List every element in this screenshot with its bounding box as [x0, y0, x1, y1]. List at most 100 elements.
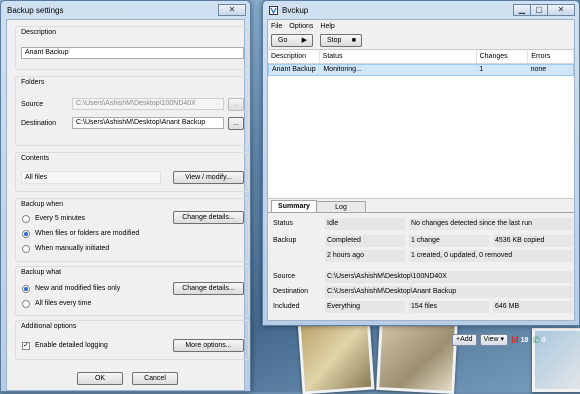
- option-new-modified: New and modified files only: [35, 285, 121, 292]
- dialog-titlebar[interactable]: Backup settings ✕: [1, 1, 250, 19]
- bvckup-main-window: Bvckup ▁ ▢ ✕ File Options Help Go ▶ Stop…: [262, 0, 580, 326]
- stop-label: Stop: [327, 37, 342, 44]
- close-icon[interactable]: ✕: [547, 4, 575, 16]
- dialog-body: Description Anant Backup Folders Source …: [6, 19, 249, 391]
- status-note: No changes detected since the last run: [409, 218, 573, 230]
- radio-when-modified[interactable]: [22, 230, 30, 238]
- source-browse-button[interactable]: ...: [228, 98, 244, 111]
- destination-label: Destination: [21, 120, 57, 127]
- main-body: File Options Help Go ▶ Stop ■ Descriptio…: [267, 19, 575, 321]
- backup-settings-dialog: Backup settings ✕ Description Anant Back…: [0, 0, 251, 392]
- phone-icon[interactable]: ✆: [532, 335, 540, 346]
- backup-completed: Completed: [325, 235, 405, 247]
- column-changes[interactable]: Changes: [477, 50, 529, 63]
- included-label: Included: [273, 303, 300, 310]
- row-errors: none: [530, 66, 547, 73]
- row-status: Monitoring...: [323, 66, 362, 73]
- backup-changes: 1 change: [409, 235, 489, 247]
- backup-what-group: Backup what New and modified files only …: [15, 266, 249, 316]
- contents-value: All files: [21, 171, 161, 184]
- status-value: Idle: [325, 218, 405, 230]
- play-icon: ▶: [301, 37, 307, 44]
- gmail-icon[interactable]: M: [511, 335, 519, 345]
- menu-options[interactable]: Options: [289, 23, 313, 30]
- contents-group: Contents All files View / modify...: [15, 152, 249, 192]
- summary-backup-time-row: 2 hours ago 1 created, 0 updated, 0 remo…: [271, 250, 573, 262]
- status-label: Status: [273, 220, 293, 227]
- menu-help[interactable]: Help: [320, 23, 334, 30]
- additional-options-group-title: Additional options: [21, 323, 77, 330]
- detailed-logging-label: Enable detailed logging: [35, 342, 108, 349]
- toolbar: Go ▶ Stop ■: [268, 32, 574, 50]
- detailed-logging-checkbox[interactable]: ✓: [22, 342, 30, 350]
- destination-label: Destination: [273, 288, 309, 295]
- main-titlebar[interactable]: Bvckup ▁ ▢ ✕: [263, 1, 579, 19]
- cancel-button[interactable]: Cancel: [132, 372, 178, 385]
- option-every-5-minutes: Every 5 minutes: [35, 215, 86, 222]
- column-status[interactable]: Status: [320, 50, 477, 63]
- summary-included-row: Included Everything 154 files 646 MB: [271, 301, 573, 313]
- description-field[interactable]: Anant Backup: [21, 47, 244, 59]
- table-header: Description Status Changes Errors: [268, 50, 574, 64]
- stop-icon: ■: [351, 37, 356, 44]
- backup-label: Backup: [273, 237, 297, 244]
- summary-source-row: Source C:\Users\AshishM\Desktop\100ND40X: [271, 271, 573, 283]
- dialog-title: Backup settings: [7, 5, 64, 15]
- calls-count: 0: [541, 336, 546, 344]
- desktop-gadget-bar: +Add View ▾ M 18 ✆ 0: [452, 332, 550, 348]
- row-description: Anant Backup: [272, 66, 316, 73]
- backup-detail: 1 created, 0 updated, 0 removed: [409, 250, 573, 262]
- mail-count: 18: [520, 336, 529, 344]
- destination-browse-button[interactable]: ...: [228, 117, 244, 130]
- included-size: 646 MB: [493, 301, 573, 313]
- ok-button[interactable]: OK: [77, 372, 123, 385]
- view-modify-button[interactable]: View / modify...: [173, 171, 244, 184]
- source-label: Source: [21, 101, 44, 108]
- radio-manually[interactable]: [22, 245, 30, 253]
- option-when-modified: When files or folders are modified: [35, 230, 140, 237]
- app-icon: [269, 5, 278, 15]
- summary-destination-row: Destination C:\Users\AshishM\Desktop\Ana…: [271, 286, 573, 298]
- backup-what-group-title: Backup what: [21, 269, 62, 276]
- radio-every-5-minutes[interactable]: [22, 215, 30, 223]
- desktop-photo: [376, 318, 458, 394]
- more-options-button[interactable]: More options...: [173, 339, 244, 352]
- folders-group: Folders Source C:\Users\AshishM\Desktop\…: [15, 76, 249, 146]
- go-button[interactable]: Go ▶: [271, 34, 313, 47]
- stop-button[interactable]: Stop ■: [320, 34, 362, 47]
- table-row[interactable]: Anant Backup Monitoring... 1 none: [268, 64, 574, 76]
- summary-backup-row: Backup Completed 1 change 4536 KB copied: [271, 235, 573, 247]
- backup-copied: 4536 KB copied: [493, 235, 573, 247]
- backup-when-group: Backup when Every 5 minutes When files o…: [15, 198, 249, 262]
- destination-field[interactable]: C:\Users\AshishM\Desktop\Anant Backup: [72, 117, 224, 129]
- menu-file[interactable]: File: [271, 23, 282, 30]
- backup-jobs-table: Description Status Changes Errors Anant …: [268, 50, 574, 210]
- source-value: C:\Users\AshishM\Desktop\100ND40X: [325, 271, 573, 283]
- contents-group-title: Contents: [21, 155, 50, 162]
- backup-what-change-details-button[interactable]: Change details...: [173, 282, 244, 295]
- backup-when-change-details-button[interactable]: Change details...: [173, 211, 244, 224]
- close-icon[interactable]: ✕: [218, 4, 246, 16]
- minimize-icon[interactable]: ▁: [513, 4, 531, 16]
- main-window-title: Bvckup: [282, 5, 309, 15]
- description-group-title: Description: [21, 29, 57, 36]
- backup-when-group-title: Backup when: [21, 201, 64, 208]
- radio-new-modified[interactable]: [22, 285, 30, 293]
- source-field[interactable]: C:\Users\AshishM\Desktop\100ND40X: [72, 98, 224, 110]
- additional-options-group: Additional options ✓ Enable detailed log…: [15, 320, 249, 360]
- description-group: Description Anant Backup: [15, 26, 249, 70]
- gadget-add-button[interactable]: +Add: [452, 334, 477, 346]
- backup-time: 2 hours ago: [325, 250, 405, 262]
- column-errors[interactable]: Errors: [528, 50, 574, 63]
- radio-all-files[interactable]: [22, 300, 30, 308]
- desktop-photo: [297, 315, 375, 394]
- summary-status-row: Status Idle No changes detected since th…: [271, 218, 573, 230]
- destination-value: C:\Users\AshishM\Desktop\Anant Backup: [325, 286, 573, 298]
- tab-strip: Summary Log: [268, 198, 574, 213]
- menubar: File Options Help: [268, 20, 574, 32]
- maximize-icon[interactable]: ▢: [530, 4, 548, 16]
- column-description[interactable]: Description: [268, 50, 320, 63]
- included-files: 154 files: [409, 301, 489, 313]
- gadget-view-button[interactable]: View ▾: [479, 334, 509, 346]
- summary-panel: Status Idle No changes detected since th…: [268, 212, 574, 320]
